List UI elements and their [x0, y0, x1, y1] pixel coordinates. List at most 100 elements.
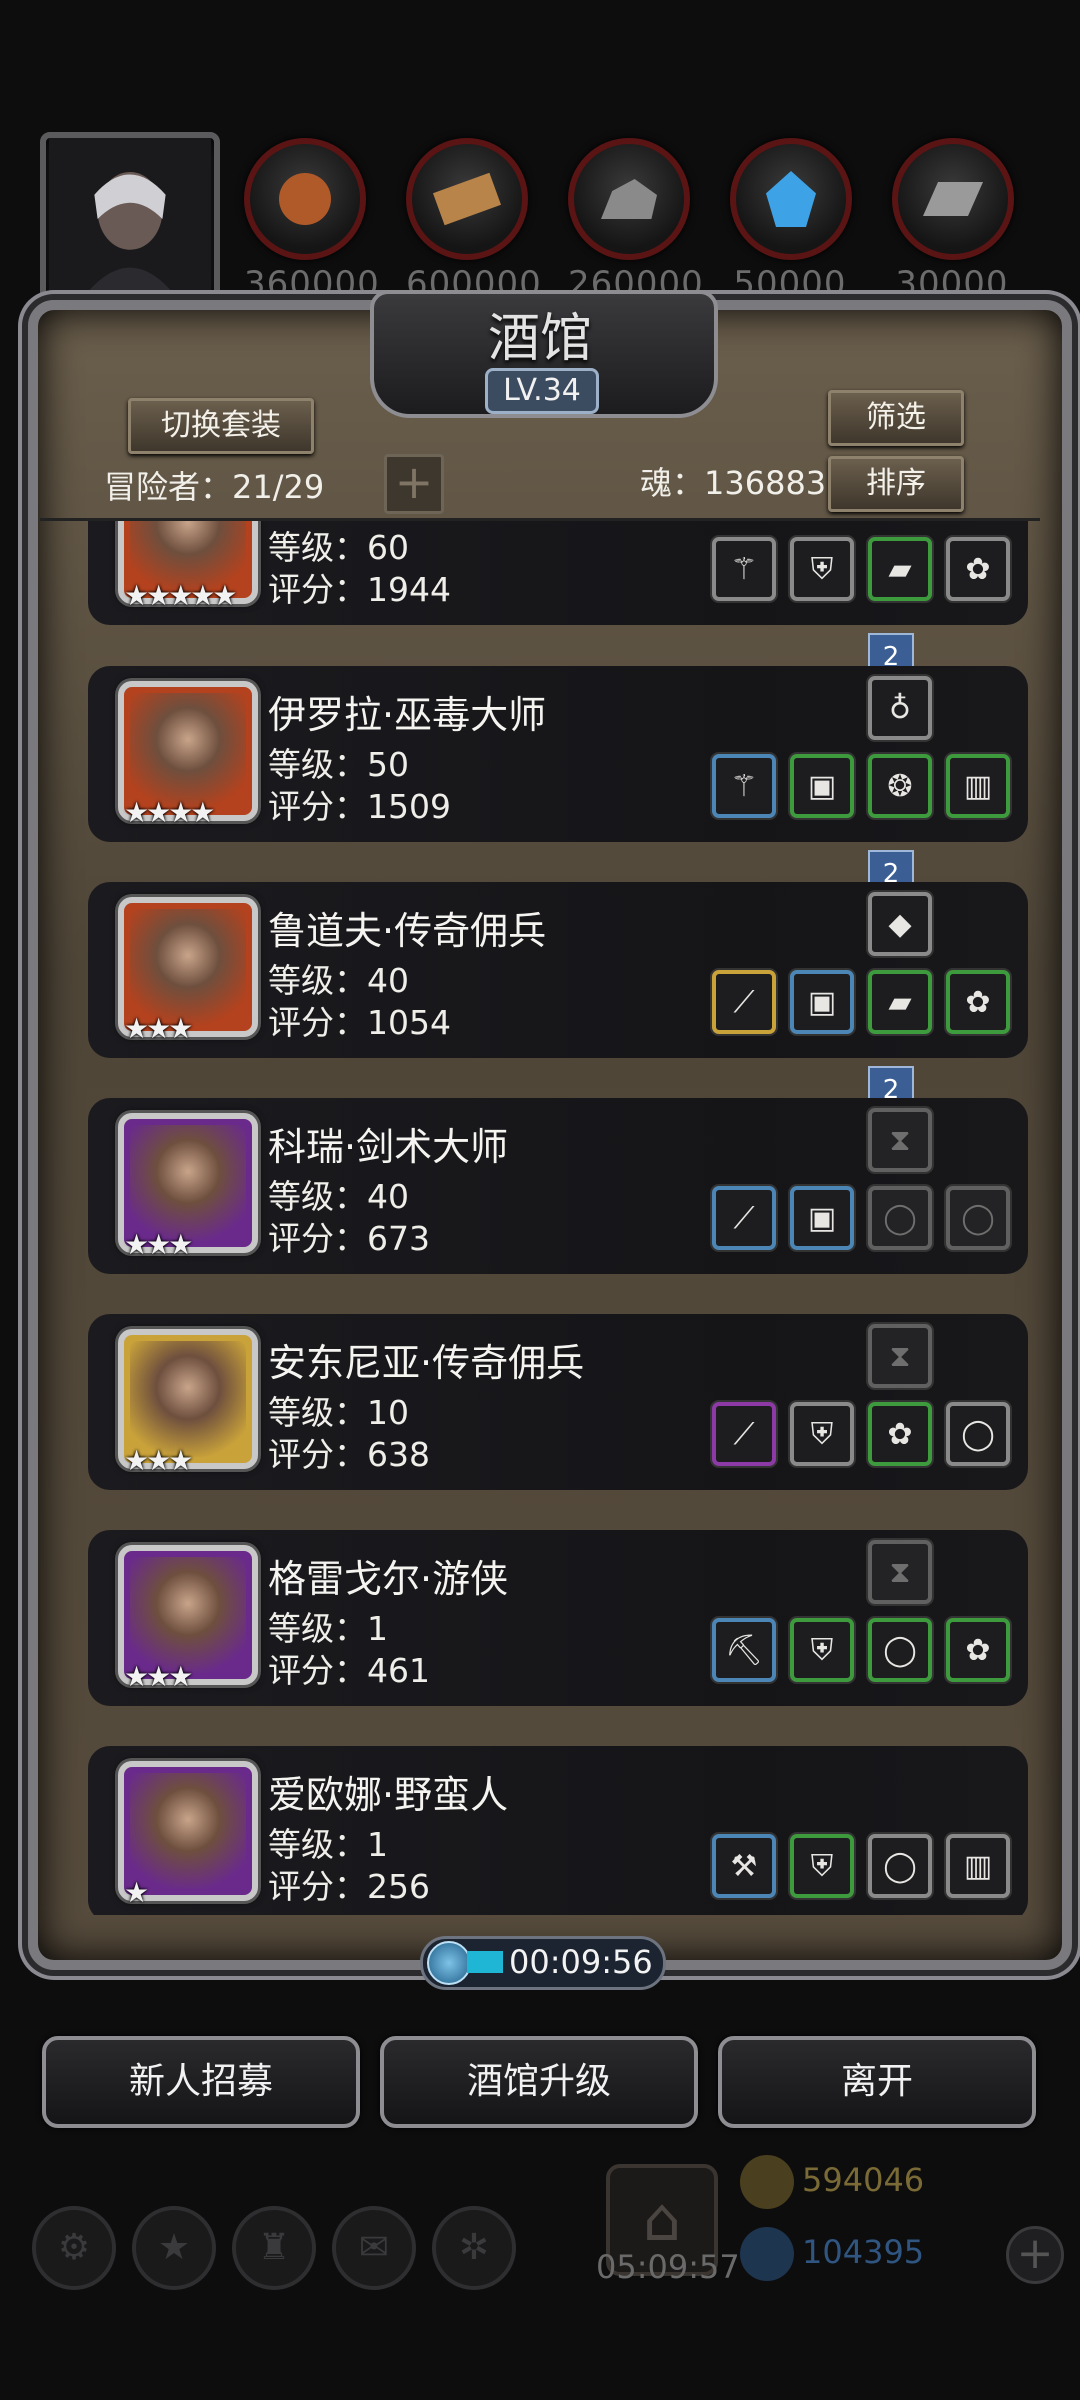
- hero-score: 评分：638: [268, 1435, 430, 1474]
- hero-name: 鲁道夫·传奇佣兵: [268, 909, 547, 953]
- hourglass-icon[interactable]: ⧗: [868, 1540, 932, 1604]
- meat-icon: [244, 138, 366, 260]
- refresh-timer: 00:09:56: [420, 1936, 666, 1990]
- hero-score: 评分：673: [268, 1219, 430, 1258]
- hero-card[interactable]: ★★★ 格雷戈尔·游侠 等级：1 评分：461 ⛏ ⛨ ◯ ✿ ⧗: [88, 1530, 1028, 1706]
- gear-wheel-icon[interactable]: ✲: [432, 2206, 516, 2290]
- settings-icon[interactable]: ⚙: [32, 2206, 116, 2290]
- wood-plank-icon[interactable]: ▰: [868, 537, 932, 601]
- charm-icon[interactable]: ✿: [946, 1618, 1010, 1682]
- barrel-icon[interactable]: ▥: [946, 1834, 1010, 1898]
- crystal-icon: [730, 138, 852, 260]
- tavern-level-badge: LV.34: [485, 368, 599, 414]
- axe-icon[interactable]: ⚒: [712, 1834, 776, 1898]
- resource-bar: 360000 600000 260000 50000 30000: [0, 120, 1080, 306]
- hero-card[interactable]: ★★★ 鲁道夫·传奇佣兵等级：40 评分：1054 ⟋ ▣ ▰ ✿ ◆: [88, 882, 1028, 1058]
- hero-stars: ★★★: [124, 1228, 193, 1261]
- ring-icon[interactable]: ◯: [868, 1618, 932, 1682]
- hero-card[interactable]: ★★★ 科瑞·剑术大师 等级：40 评分：673 ⟋ ▣ ◯ ◯ ⧗: [88, 1098, 1028, 1274]
- hero-score: 评分：1054: [268, 1003, 451, 1042]
- armor-icon[interactable]: ⛨: [790, 1834, 854, 1898]
- filter-button[interactable]: 筛选: [828, 390, 964, 446]
- resource-amount: 30000: [895, 264, 1009, 304]
- gem-amount: 104395: [802, 2233, 925, 2271]
- hero-card[interactable]: ★ 爱欧娜·野蛮人 等级：1 评分：256 ⚒ ⛨ ◯ ▥: [88, 1746, 1028, 1915]
- leather-armor-icon[interactable]: ⛨: [790, 1402, 854, 1466]
- charm-icon[interactable]: ✿: [868, 1402, 932, 1466]
- recruit-button[interactable]: 新人招募: [42, 2036, 360, 2128]
- hero-face-icon: [130, 909, 246, 1025]
- staff-icon[interactable]: ⚚: [712, 754, 776, 818]
- iron-icon: [892, 138, 1014, 260]
- upgrade-tavern-button[interactable]: 酒馆升级: [380, 2036, 698, 2128]
- hero-level: 等级：1: [268, 1825, 388, 1864]
- ring-empty-icon[interactable]: ◯: [946, 1186, 1010, 1250]
- pouch-icon[interactable]: ♁: [868, 676, 932, 740]
- hero-list[interactable]: ★★★★★ 等级：60 评分：1944 ⚚ ⛨ ▰ ✿ 2 ★★★★ 伊罗拉·巫毒大师 等级：50 评…: [40, 518, 1040, 1915]
- hero-level: 等级：50: [268, 745, 409, 784]
- armor-icon[interactable]: ⛨: [790, 537, 854, 601]
- hero-stars: ★★★: [124, 1660, 193, 1693]
- charm-icon[interactable]: ✿: [946, 970, 1010, 1034]
- hero-name: 伊罗拉·巫毒大师: [268, 693, 547, 737]
- hero-name: 格雷戈尔·游侠: [268, 1557, 509, 1601]
- hero-card[interactable]: ★★★★★ 等级：60 评分：1944 ⚚ ⛨ ▰ ✿: [88, 521, 1028, 625]
- hourglass-icon[interactable]: ⧗: [868, 1108, 932, 1172]
- add-currency-button[interactable]: +: [1006, 2226, 1064, 2284]
- sword-icon[interactable]: ⟋: [712, 1186, 776, 1250]
- mail-icon[interactable]: ✉: [332, 2206, 416, 2290]
- hero-card[interactable]: ★★★★ 伊罗拉·巫毒大师等级：50 评分：1509 ⚚ ▣ ❂ ▥ ♁: [88, 666, 1028, 842]
- gem-counter: 104395: [740, 2224, 925, 2281]
- dagger-icon[interactable]: ⟋: [712, 970, 776, 1034]
- player-portrait[interactable]: [40, 132, 220, 306]
- wood-plank-icon[interactable]: ▰: [868, 970, 932, 1034]
- staff-icon[interactable]: ⚚: [712, 537, 776, 601]
- armor-icon[interactable]: ⛨: [790, 1618, 854, 1682]
- gem-icon: [740, 2227, 794, 2281]
- leave-button[interactable]: 离开: [718, 2036, 1036, 2128]
- sort-button[interactable]: 排序: [828, 456, 964, 512]
- dagger-icon[interactable]: ⟋: [712, 1402, 776, 1466]
- hero-score: 评分：1944: [268, 570, 451, 609]
- soul-count: 魂：136883: [640, 464, 827, 502]
- add-slot-button[interactable]: +: [384, 454, 444, 514]
- hero-level: 等级：1: [268, 1609, 388, 1648]
- gift-timer: 05:09:57: [596, 2248, 740, 2286]
- star-icon[interactable]: ★: [132, 2206, 216, 2290]
- hero-face-icon: [130, 1773, 246, 1889]
- clock-icon: [427, 1941, 471, 1985]
- ring-icon[interactable]: ◯: [946, 1402, 1010, 1466]
- switch-outfit-button[interactable]: 切换套装: [128, 398, 314, 454]
- hero-face-icon: [130, 1341, 246, 1457]
- wood-icon: [406, 138, 528, 260]
- barrel-icon[interactable]: ▥: [946, 754, 1010, 818]
- hero-icon[interactable]: ♜: [232, 2206, 316, 2290]
- hero-level: 等级：10: [268, 1393, 409, 1432]
- bucket-icon[interactable]: ▣: [790, 1186, 854, 1250]
- hero-score: 评分：1509: [268, 787, 451, 826]
- hero-card[interactable]: ★★★ 安东尼亚·传奇佣兵 等级：10 评分：638 ⟋ ⛨ ✿ ◯ ⧗: [88, 1314, 1028, 1490]
- hero-level: 等级：40: [268, 1177, 409, 1216]
- resource-crystal: 50000: [730, 138, 852, 304]
- hero-level: 等级：60: [268, 528, 409, 567]
- hero-stars: ★★★: [124, 1444, 193, 1477]
- panel-title: 酒馆: [487, 309, 592, 369]
- amulet-icon[interactable]: ❂: [868, 754, 932, 818]
- hero-face-icon: [130, 693, 246, 809]
- hourglass-icon[interactable]: ⧗: [868, 1324, 932, 1388]
- hero-level: 等级：40: [268, 961, 409, 1000]
- adventurer-count: 冒险者：21/29: [104, 468, 325, 506]
- hero-stars: ★★★★: [124, 796, 215, 829]
- ring-icon[interactable]: ◯: [868, 1834, 932, 1898]
- bucket-icon[interactable]: ▣: [790, 970, 854, 1034]
- ring-empty-icon[interactable]: ◯: [868, 1186, 932, 1250]
- timer-progress: [467, 1951, 503, 1973]
- hero-stars: ★: [124, 1876, 149, 1909]
- bucket-icon[interactable]: ▣: [790, 754, 854, 818]
- hero-stars: ★★★: [124, 1012, 193, 1045]
- pickaxe-icon[interactable]: ⛏: [712, 1618, 776, 1682]
- charm-icon[interactable]: ✿: [946, 537, 1010, 601]
- gold-counter: 594046: [740, 2152, 924, 2209]
- stone-icon[interactable]: ◆: [868, 892, 932, 956]
- resource-meat: 360000: [244, 138, 379, 304]
